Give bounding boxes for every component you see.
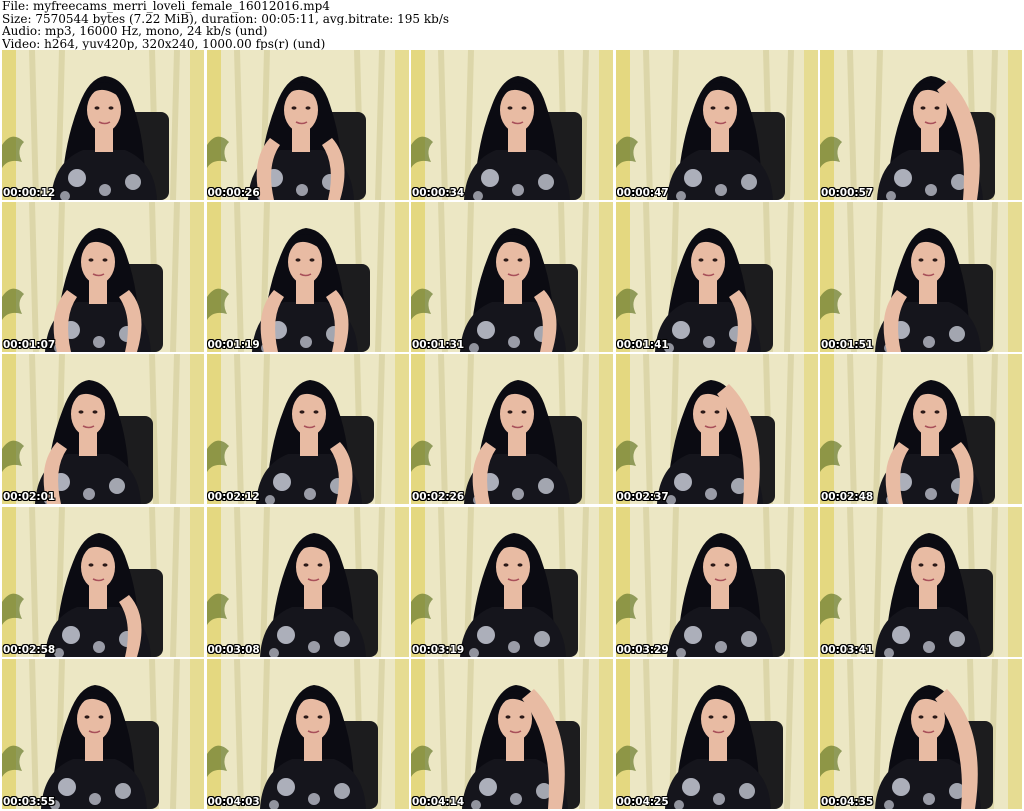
thumbnail-image xyxy=(2,506,204,657)
thumbnail-timestamp: 00:02:26 xyxy=(412,491,465,504)
video-thumbnail: 00:04:14 xyxy=(411,658,613,809)
thumbnail-timestamp: 00:03:29 xyxy=(616,643,669,656)
thumbnail-timestamp: 00:01:19 xyxy=(207,339,260,352)
thumbnail-timestamp: 00:02:37 xyxy=(616,491,669,504)
video-thumbnail: 00:03:41 xyxy=(820,506,1022,657)
video-thumbnail: 00:02:58 xyxy=(2,506,204,657)
thumbnail-timestamp: 00:02:58 xyxy=(3,643,56,656)
video-thumbnail: 00:02:48 xyxy=(820,354,1022,505)
thumbnail-image xyxy=(615,50,818,200)
thumbnail-timestamp: 00:03:41 xyxy=(821,643,874,656)
thumbnail-timestamp: 00:04:25 xyxy=(616,795,669,808)
thumbnail-image xyxy=(2,354,204,505)
thumbnail-image xyxy=(820,50,1022,200)
thumbnail-timestamp: 00:00:57 xyxy=(821,187,874,199)
video-thumbnail: 00:00:34 xyxy=(411,50,613,200)
thumbnail-timestamp: 00:00:34 xyxy=(412,187,465,199)
audio-info-line: Audio: mp3, 16000 Hz, mono, 24 kb/s (und… xyxy=(2,25,268,38)
video-thumbnail: 00:04:25 xyxy=(615,658,818,809)
thumbnail-image xyxy=(411,50,613,200)
thumbnail-timestamp: 00:04:14 xyxy=(412,795,465,808)
video-thumbnail: 00:03:08 xyxy=(206,506,409,657)
thumbnail-timestamp: 00:03:19 xyxy=(412,643,465,656)
thumbnail-image xyxy=(411,354,613,505)
thumbnail-image xyxy=(206,50,409,200)
thumbnail-timestamp: 00:02:12 xyxy=(207,491,260,504)
video-thumbnail: 00:03:55 xyxy=(2,658,204,809)
video-thumbnail: 00:02:12 xyxy=(206,354,409,505)
thumbnail-timestamp: 00:01:41 xyxy=(616,339,669,352)
thumbnail-timestamp: 00:01:31 xyxy=(412,339,465,352)
thumbnail-timestamp: 00:00:26 xyxy=(207,187,260,199)
thumbnail-image xyxy=(2,658,204,809)
file-size-line: Size: 7570544 bytes (7.22 MiB), duration… xyxy=(2,12,450,26)
video-thumbnail: 00:01:51 xyxy=(820,202,1022,353)
thumbnail-image xyxy=(411,658,613,809)
thumbnail-image xyxy=(411,202,613,353)
video-thumbnail: 00:03:19 xyxy=(411,506,613,657)
thumbnail-timestamp: 00:02:01 xyxy=(3,491,56,504)
video-thumbnail: 00:04:03 xyxy=(206,658,409,809)
thumbnail-grid: 00:00:12 00:00:26 00:00:34 00:00:47 00:0… xyxy=(2,50,1022,809)
video-thumbnail: 00:01:31 xyxy=(411,202,613,353)
video-thumbnail: 00:01:19 xyxy=(206,202,409,353)
file-info-header: File: myfreecams_merri_loveli_female_160… xyxy=(2,0,1022,50)
video-thumbnail: 00:01:41 xyxy=(615,202,818,353)
file-name-line: File: myfreecams_merri_loveli_female_160… xyxy=(2,0,330,13)
thumbnail-image xyxy=(615,658,818,809)
thumbnail-image xyxy=(411,506,613,657)
thumbnail-timestamp: 00:00:12 xyxy=(3,187,56,199)
thumbnail-image xyxy=(2,50,204,200)
thumbnail-image xyxy=(2,202,204,353)
thumbnail-image xyxy=(615,506,818,657)
thumbnail-image xyxy=(820,506,1022,657)
thumbnail-image xyxy=(206,354,409,505)
video-thumbnail: 00:01:07 xyxy=(2,202,204,353)
video-thumbnail: 00:03:29 xyxy=(615,506,818,657)
thumbnail-timestamp: 00:04:03 xyxy=(207,795,260,808)
thumbnail-timestamp: 00:03:55 xyxy=(3,795,56,808)
video-thumbnail: 00:00:12 xyxy=(2,50,204,200)
thumbnail-timestamp: 00:03:08 xyxy=(207,643,260,656)
thumbnail-image xyxy=(820,658,1022,809)
video-thumbnail: 00:02:01 xyxy=(2,354,204,505)
thumbnail-timestamp: 00:04:35 xyxy=(821,795,874,808)
thumbnail-timestamp: 00:01:07 xyxy=(3,339,56,352)
thumbnail-timestamp: 00:01:51 xyxy=(821,339,874,352)
video-info-line: Video: h264, yuv420p, 320x240, 1000.00 f… xyxy=(2,37,326,51)
thumbnail-image xyxy=(615,354,818,505)
thumbnail-image xyxy=(206,658,409,809)
thumbnail-image xyxy=(820,354,1022,505)
thumbnail-image xyxy=(615,202,818,353)
video-thumbnail: 00:00:26 xyxy=(206,50,409,200)
video-thumbnail: 00:02:26 xyxy=(411,354,613,505)
video-thumbnail: 00:00:47 xyxy=(615,50,818,200)
thumbnail-timestamp: 00:02:48 xyxy=(821,491,874,504)
video-thumbnail: 00:02:37 xyxy=(615,354,818,505)
thumbnail-image xyxy=(820,202,1022,353)
video-thumbnail: 00:04:35 xyxy=(820,658,1022,809)
thumbnail-image xyxy=(206,202,409,353)
thumbnail-timestamp: 00:00:47 xyxy=(616,187,669,199)
thumbnail-image xyxy=(206,506,409,657)
video-thumbnail: 00:00:57 xyxy=(820,50,1022,200)
